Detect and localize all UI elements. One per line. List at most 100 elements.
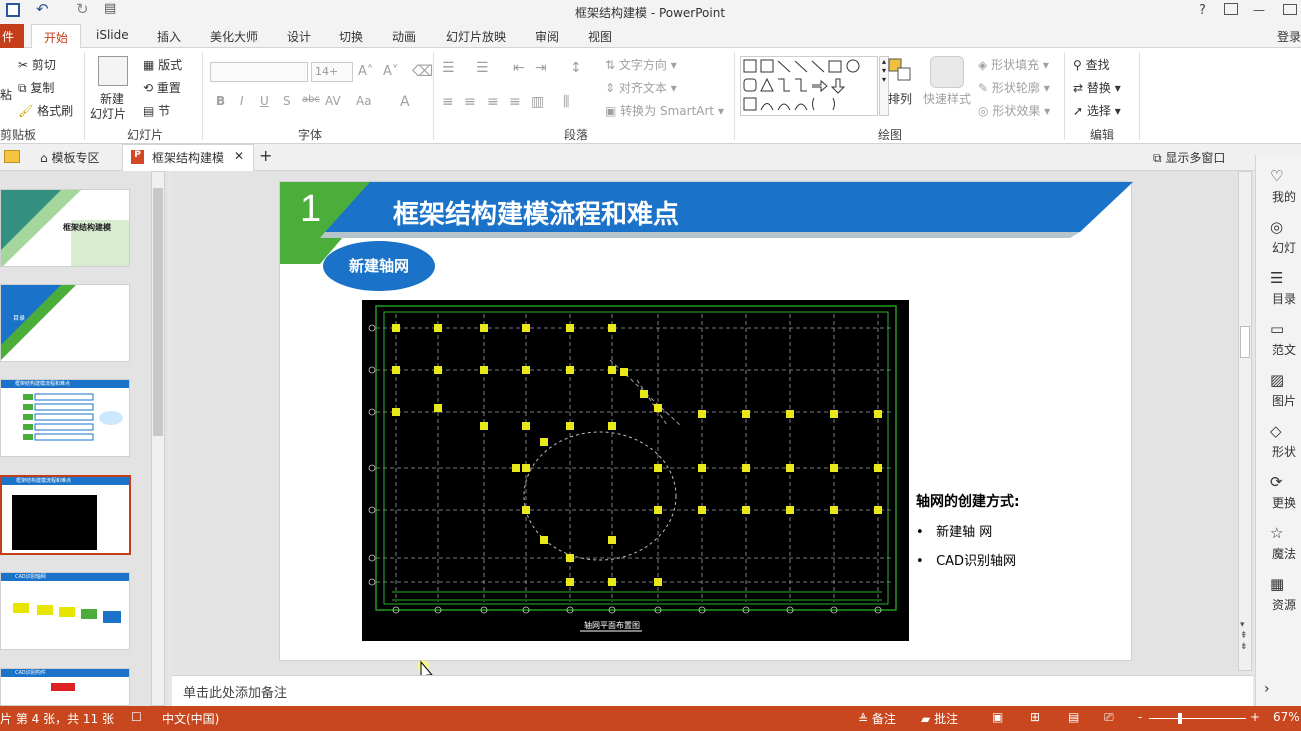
doc-tab-template[interactable]: ⌂ 模板专区 xyxy=(40,149,99,166)
undo-icon[interactable]: ↶ xyxy=(36,0,49,18)
clear-formatting-icon[interactable]: ⌫ xyxy=(412,62,433,80)
zoom-level[interactable]: 67% xyxy=(1273,710,1300,724)
slide-thumbnail-4[interactable]: 框架结构建模流程和难点 xyxy=(0,475,131,555)
distributed-icon[interactable]: ▥ xyxy=(531,94,544,110)
side-panel-label-3[interactable]: 范文 xyxy=(1272,341,1296,358)
close-tab-icon[interactable]: ✕ xyxy=(234,149,244,163)
thumbnails-scrollbar[interactable] xyxy=(151,171,165,706)
line-spacing-icon[interactable]: ↕ xyxy=(570,60,582,76)
side-panel-icon-5[interactable]: ◇ xyxy=(1270,422,1282,440)
shape-outline-button[interactable]: ✎ 形状轮廓 ▾ xyxy=(978,79,1050,96)
layout-button[interactable]: ▦ 版式 xyxy=(143,56,182,73)
align-center-icon[interactable]: ≡ xyxy=(464,94,476,110)
comments-button[interactable]: ▰ 批注 xyxy=(921,710,958,727)
slide-thumbnail-2[interactable]: 目录 xyxy=(0,284,130,362)
slide-thumbnail-5[interactable]: CAD识别轴网 xyxy=(0,572,130,650)
increase-indent-icon[interactable]: ⇥ xyxy=(535,60,547,76)
zoom-in-button[interactable]: + xyxy=(1250,710,1260,724)
side-panel-label-2[interactable]: 目录 xyxy=(1272,290,1296,307)
tab-view[interactable]: 视图 xyxy=(588,28,612,45)
show-multi-window-button[interactable]: ⧉ 显示多窗口 xyxy=(1153,149,1225,166)
spell-check-icon[interactable]: ☐ xyxy=(131,710,142,724)
format-painter-button[interactable]: 🖌 格式刷 xyxy=(18,102,73,119)
replace-button[interactable]: ⇄ 替换 ▾ xyxy=(1073,79,1121,96)
side-panel-icon-6[interactable]: ⟳ xyxy=(1270,473,1283,491)
side-panel-label-6[interactable]: 更换 xyxy=(1272,494,1296,511)
slide-thumbnail-1[interactable]: 框架结构建模 xyxy=(0,189,130,267)
side-panel-label-8[interactable]: 资源 xyxy=(1272,596,1296,613)
italic-button[interactable]: I xyxy=(240,94,244,108)
align-left-icon[interactable]: ≡ xyxy=(442,94,454,110)
side-panel-label-7[interactable]: 魔法 xyxy=(1272,545,1296,562)
shape-effects-button[interactable]: ◎ 形状效果 ▾ xyxy=(978,102,1050,119)
side-panel-label-4[interactable]: 图片 xyxy=(1272,392,1296,409)
new-tab-button[interactable]: + xyxy=(259,146,272,165)
slide-count[interactable]: 片 第 4 张，共 11 张 xyxy=(0,710,114,727)
arrange-label[interactable]: 排列 xyxy=(888,90,912,107)
side-panel-icon-1[interactable]: ◎ xyxy=(1270,218,1283,236)
reading-view-icon[interactable]: ▤ xyxy=(1068,710,1079,724)
section-button[interactable]: ▤ 节 xyxy=(143,102,170,119)
canvas-scroll-buttons[interactable]: ▾ ⇞ ⇟ xyxy=(1240,620,1248,653)
notes-button[interactable]: ≜ 备注 xyxy=(858,710,896,727)
smartart-button[interactable]: ▣ 转换为 SmartArt ▾ xyxy=(605,102,724,119)
arrange-icon[interactable] xyxy=(888,58,912,82)
tab-design[interactable]: 设计 xyxy=(287,28,311,45)
columns-icon[interactable]: ⫼ xyxy=(563,94,569,110)
shapes-gallery[interactable] xyxy=(740,56,878,116)
restore-button[interactable] xyxy=(1283,4,1297,15)
change-case-button[interactable]: Aa xyxy=(356,94,372,108)
align-right-icon[interactable]: ≡ xyxy=(487,94,499,110)
zoom-slider-thumb[interactable] xyxy=(1178,713,1182,724)
thumbnails-scroll-thumb[interactable] xyxy=(153,188,163,436)
help-button[interactable]: ? xyxy=(1199,3,1206,18)
quick-styles-icon[interactable] xyxy=(930,56,964,88)
bold-button[interactable]: B xyxy=(216,94,225,108)
login-link[interactable]: 登录 xyxy=(1277,28,1301,45)
side-panel-icon-8[interactable]: ▦ xyxy=(1270,575,1284,593)
tab-animations[interactable]: 动画 xyxy=(392,28,416,45)
char-spacing-button[interactable]: AV xyxy=(325,94,341,108)
font-name-dropdown[interactable] xyxy=(210,62,308,82)
tab-insert[interactable]: 插入 xyxy=(157,28,181,45)
side-panel-label-0[interactable]: 我的 xyxy=(1272,188,1296,205)
side-panel-icon-2[interactable]: ☰ xyxy=(1270,269,1283,287)
expand-panel-icon[interactable]: › xyxy=(1264,681,1270,697)
side-panel-icon-4[interactable]: ▨ xyxy=(1270,371,1284,389)
copy-button[interactable]: ⧉ 复制 xyxy=(18,79,54,96)
slide-sorter-icon[interactable]: ⊞ xyxy=(1030,710,1040,724)
redo-icon[interactable]: ↻ xyxy=(76,0,89,18)
slide-thumbnail-3[interactable]: 框架结构建模流程和难点 xyxy=(0,379,130,457)
tab-islide[interactable]: iSlide xyxy=(96,28,129,42)
canvas-scroll-thumb[interactable] xyxy=(1240,326,1250,358)
strikethrough-button[interactable]: abc xyxy=(302,94,320,105)
folder-icon[interactable] xyxy=(4,150,20,163)
cut-button[interactable]: ✂ 剪切 xyxy=(18,56,56,73)
tab-review[interactable]: 审阅 xyxy=(535,28,559,45)
tab-slideshow[interactable]: 幻灯片放映 xyxy=(446,28,506,45)
slideshow-start-icon[interactable]: ▤ xyxy=(104,1,116,16)
justify-icon[interactable]: ≡ xyxy=(509,94,521,110)
text-direction-button[interactable]: ⇅ 文字方向 ▾ xyxy=(605,56,677,73)
new-slide-label2[interactable]: 幻灯片 xyxy=(90,105,126,122)
grow-font-button[interactable]: A˄ xyxy=(358,64,373,79)
numbering-icon[interactable]: ☰ xyxy=(476,60,489,76)
ribbon-display-options-icon[interactable] xyxy=(1224,3,1238,15)
paste-button[interactable]: 粘 xyxy=(0,86,12,103)
decrease-indent-icon[interactable]: ⇤ xyxy=(513,60,525,76)
side-panel-icon-3[interactable]: ▭ xyxy=(1270,320,1284,338)
tab-home[interactable]: 开始 xyxy=(31,24,82,49)
slideshow-view-icon[interactable]: ⎚ xyxy=(1104,710,1114,725)
tab-meihua[interactable]: 美化大师 xyxy=(210,28,258,45)
slide-thumbnail-6[interactable]: CAD识别构件 xyxy=(0,668,130,706)
zoom-slider-track[interactable] xyxy=(1149,718,1246,719)
shrink-font-button[interactable]: A˅ xyxy=(383,64,398,79)
bullets-icon[interactable]: ☰ xyxy=(442,60,455,76)
find-button[interactable]: ⚲ 查找 xyxy=(1073,56,1110,73)
normal-view-icon[interactable]: ▣ xyxy=(992,710,1003,724)
notes-pane[interactable]: 单击此处添加备注 xyxy=(172,675,1253,706)
tab-transitions[interactable]: 切换 xyxy=(339,28,363,45)
slide[interactable]: 1 框架结构建模流程和难点 新建轴网 轴网平面布置图 轴网的创建方式: • 新建… xyxy=(279,181,1133,661)
side-panel-icon-0[interactable]: ♡ xyxy=(1270,167,1283,185)
save-icon[interactable] xyxy=(6,3,20,17)
